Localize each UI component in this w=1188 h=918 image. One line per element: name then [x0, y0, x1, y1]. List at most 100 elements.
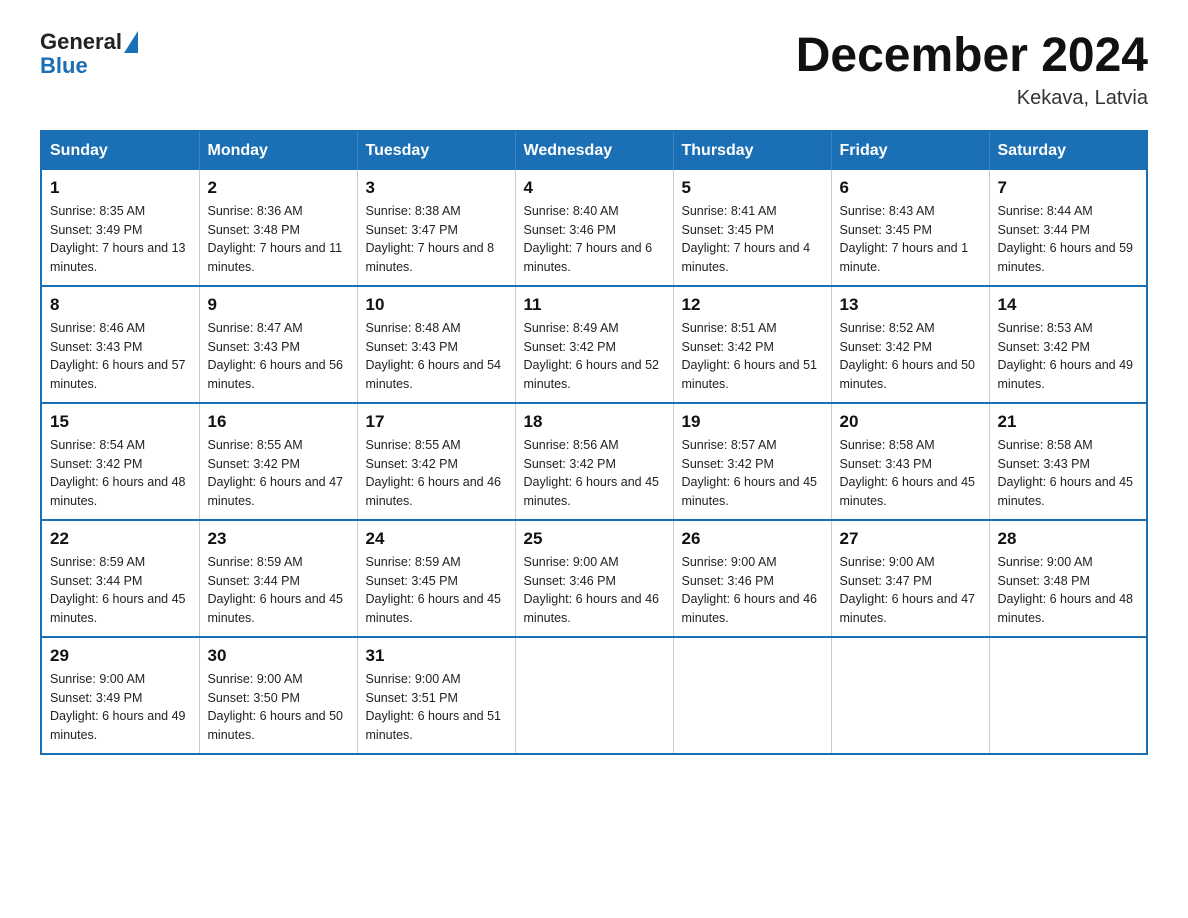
calendar-day-cell: 22 Sunrise: 8:59 AM Sunset: 3:44 PM Dayl… — [41, 520, 199, 637]
day-number: 12 — [682, 295, 823, 315]
calendar-day-cell: 21 Sunrise: 8:58 AM Sunset: 3:43 PM Dayl… — [989, 403, 1147, 520]
day-number: 21 — [998, 412, 1139, 432]
calendar-day-cell: 30 Sunrise: 9:00 AM Sunset: 3:50 PM Dayl… — [199, 637, 357, 754]
title-block: December 2024 Kekava, Latvia — [796, 30, 1148, 110]
calendar-day-cell: 5 Sunrise: 8:41 AM Sunset: 3:45 PM Dayli… — [673, 170, 831, 286]
day-number: 17 — [366, 412, 507, 432]
day-info: Sunrise: 8:46 AM Sunset: 3:43 PM Dayligh… — [50, 319, 191, 394]
day-info: Sunrise: 9:00 AM Sunset: 3:51 PM Dayligh… — [366, 670, 507, 745]
day-info: Sunrise: 9:00 AM Sunset: 3:49 PM Dayligh… — [50, 670, 191, 745]
calendar-day-cell: 8 Sunrise: 8:46 AM Sunset: 3:43 PM Dayli… — [41, 286, 199, 403]
day-info: Sunrise: 8:48 AM Sunset: 3:43 PM Dayligh… — [366, 319, 507, 394]
day-number: 15 — [50, 412, 191, 432]
calendar-day-cell: 3 Sunrise: 8:38 AM Sunset: 3:47 PM Dayli… — [357, 170, 515, 286]
calendar-day-cell: 4 Sunrise: 8:40 AM Sunset: 3:46 PM Dayli… — [515, 170, 673, 286]
day-number: 28 — [998, 529, 1139, 549]
day-number: 11 — [524, 295, 665, 315]
day-number: 20 — [840, 412, 981, 432]
day-number: 16 — [208, 412, 349, 432]
calendar-day-cell: 27 Sunrise: 9:00 AM Sunset: 3:47 PM Dayl… — [831, 520, 989, 637]
calendar-day-cell: 26 Sunrise: 9:00 AM Sunset: 3:46 PM Dayl… — [673, 520, 831, 637]
calendar-week-row: 1 Sunrise: 8:35 AM Sunset: 3:49 PM Dayli… — [41, 170, 1147, 286]
calendar-day-cell: 23 Sunrise: 8:59 AM Sunset: 3:44 PM Dayl… — [199, 520, 357, 637]
day-info: Sunrise: 9:00 AM Sunset: 3:48 PM Dayligh… — [998, 553, 1139, 628]
day-number: 6 — [840, 178, 981, 198]
header-wednesday: Wednesday — [515, 131, 673, 170]
calendar-week-row: 29 Sunrise: 9:00 AM Sunset: 3:49 PM Dayl… — [41, 637, 1147, 754]
calendar-day-cell: 12 Sunrise: 8:51 AM Sunset: 3:42 PM Dayl… — [673, 286, 831, 403]
day-number: 31 — [366, 646, 507, 666]
header-saturday: Saturday — [989, 131, 1147, 170]
day-number: 3 — [366, 178, 507, 198]
calendar-day-cell: 24 Sunrise: 8:59 AM Sunset: 3:45 PM Dayl… — [357, 520, 515, 637]
logo-triangle-icon — [124, 31, 138, 53]
month-title: December 2024 — [796, 30, 1148, 83]
calendar-day-cell: 31 Sunrise: 9:00 AM Sunset: 3:51 PM Dayl… — [357, 637, 515, 754]
calendar-day-cell: 10 Sunrise: 8:48 AM Sunset: 3:43 PM Dayl… — [357, 286, 515, 403]
day-number: 13 — [840, 295, 981, 315]
day-number: 2 — [208, 178, 349, 198]
day-number: 26 — [682, 529, 823, 549]
calendar-day-cell: 7 Sunrise: 8:44 AM Sunset: 3:44 PM Dayli… — [989, 170, 1147, 286]
calendar-day-cell: 6 Sunrise: 8:43 AM Sunset: 3:45 PM Dayli… — [831, 170, 989, 286]
day-number: 8 — [50, 295, 191, 315]
calendar-week-row: 22 Sunrise: 8:59 AM Sunset: 3:44 PM Dayl… — [41, 520, 1147, 637]
day-number: 1 — [50, 178, 191, 198]
calendar-day-cell: 11 Sunrise: 8:49 AM Sunset: 3:42 PM Dayl… — [515, 286, 673, 403]
day-number: 4 — [524, 178, 665, 198]
day-number: 23 — [208, 529, 349, 549]
page-header: General Blue December 2024 Kekava, Latvi… — [40, 30, 1148, 110]
day-info: Sunrise: 8:52 AM Sunset: 3:42 PM Dayligh… — [840, 319, 981, 394]
header-friday: Friday — [831, 131, 989, 170]
day-info: Sunrise: 8:47 AM Sunset: 3:43 PM Dayligh… — [208, 319, 349, 394]
weekday-header-row: Sunday Monday Tuesday Wednesday Thursday… — [41, 131, 1147, 170]
day-info: Sunrise: 8:59 AM Sunset: 3:45 PM Dayligh… — [366, 553, 507, 628]
logo-general-text: General — [40, 30, 122, 54]
day-info: Sunrise: 8:57 AM Sunset: 3:42 PM Dayligh… — [682, 436, 823, 511]
day-info: Sunrise: 8:59 AM Sunset: 3:44 PM Dayligh… — [208, 553, 349, 628]
day-info: Sunrise: 8:55 AM Sunset: 3:42 PM Dayligh… — [208, 436, 349, 511]
header-tuesday: Tuesday — [357, 131, 515, 170]
day-number: 18 — [524, 412, 665, 432]
calendar-day-cell: 13 Sunrise: 8:52 AM Sunset: 3:42 PM Dayl… — [831, 286, 989, 403]
day-info: Sunrise: 9:00 AM Sunset: 3:46 PM Dayligh… — [524, 553, 665, 628]
day-number: 25 — [524, 529, 665, 549]
day-info: Sunrise: 9:00 AM Sunset: 3:50 PM Dayligh… — [208, 670, 349, 745]
day-number: 29 — [50, 646, 191, 666]
calendar-day-cell — [673, 637, 831, 754]
day-number: 5 — [682, 178, 823, 198]
calendar-day-cell: 19 Sunrise: 8:57 AM Sunset: 3:42 PM Dayl… — [673, 403, 831, 520]
day-number: 30 — [208, 646, 349, 666]
calendar-day-cell: 9 Sunrise: 8:47 AM Sunset: 3:43 PM Dayli… — [199, 286, 357, 403]
calendar-day-cell: 14 Sunrise: 8:53 AM Sunset: 3:42 PM Dayl… — [989, 286, 1147, 403]
header-sunday: Sunday — [41, 131, 199, 170]
day-info: Sunrise: 9:00 AM Sunset: 3:47 PM Dayligh… — [840, 553, 981, 628]
day-info: Sunrise: 8:51 AM Sunset: 3:42 PM Dayligh… — [682, 319, 823, 394]
logo-blue-text: Blue — [40, 54, 138, 78]
day-info: Sunrise: 8:55 AM Sunset: 3:42 PM Dayligh… — [366, 436, 507, 511]
calendar-day-cell: 2 Sunrise: 8:36 AM Sunset: 3:48 PM Dayli… — [199, 170, 357, 286]
calendar-day-cell: 29 Sunrise: 9:00 AM Sunset: 3:49 PM Dayl… — [41, 637, 199, 754]
day-number: 27 — [840, 529, 981, 549]
day-number: 10 — [366, 295, 507, 315]
calendar-day-cell: 20 Sunrise: 8:58 AM Sunset: 3:43 PM Dayl… — [831, 403, 989, 520]
calendar-week-row: 8 Sunrise: 8:46 AM Sunset: 3:43 PM Dayli… — [41, 286, 1147, 403]
calendar-day-cell — [831, 637, 989, 754]
calendar-day-cell — [989, 637, 1147, 754]
header-monday: Monday — [199, 131, 357, 170]
day-info: Sunrise: 9:00 AM Sunset: 3:46 PM Dayligh… — [682, 553, 823, 628]
calendar-week-row: 15 Sunrise: 8:54 AM Sunset: 3:42 PM Dayl… — [41, 403, 1147, 520]
calendar-day-cell: 18 Sunrise: 8:56 AM Sunset: 3:42 PM Dayl… — [515, 403, 673, 520]
day-info: Sunrise: 8:44 AM Sunset: 3:44 PM Dayligh… — [998, 202, 1139, 277]
day-info: Sunrise: 8:35 AM Sunset: 3:49 PM Dayligh… — [50, 202, 191, 277]
day-number: 7 — [998, 178, 1139, 198]
day-info: Sunrise: 8:49 AM Sunset: 3:42 PM Dayligh… — [524, 319, 665, 394]
calendar-day-cell: 15 Sunrise: 8:54 AM Sunset: 3:42 PM Dayl… — [41, 403, 199, 520]
day-number: 19 — [682, 412, 823, 432]
calendar-table: Sunday Monday Tuesday Wednesday Thursday… — [40, 130, 1148, 755]
day-info: Sunrise: 8:58 AM Sunset: 3:43 PM Dayligh… — [840, 436, 981, 511]
header-thursday: Thursday — [673, 131, 831, 170]
day-info: Sunrise: 8:41 AM Sunset: 3:45 PM Dayligh… — [682, 202, 823, 277]
calendar-day-cell: 28 Sunrise: 9:00 AM Sunset: 3:48 PM Dayl… — [989, 520, 1147, 637]
day-info: Sunrise: 8:53 AM Sunset: 3:42 PM Dayligh… — [998, 319, 1139, 394]
